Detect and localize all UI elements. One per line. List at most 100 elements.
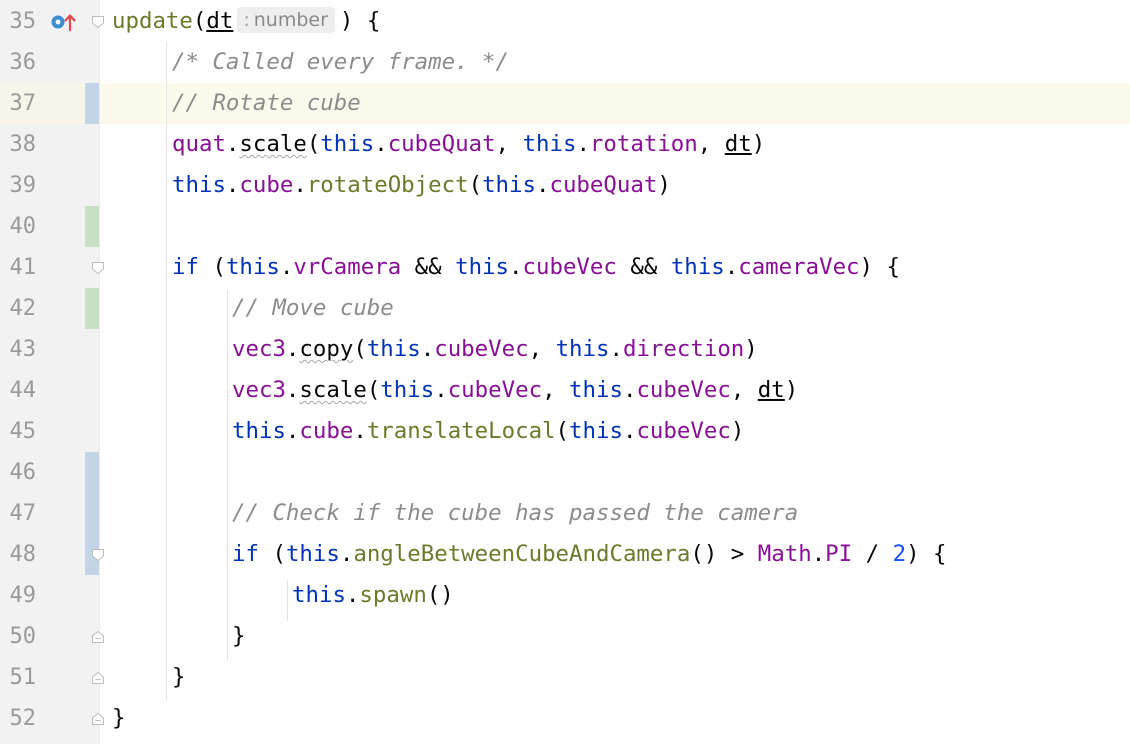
code-token: cubeVec	[636, 377, 731, 403]
code-token: () >	[690, 541, 758, 567]
code-token: this	[380, 377, 435, 403]
line-number[interactable]: 35	[0, 1, 37, 42]
line-number[interactable]: 42	[0, 288, 37, 329]
code-line[interactable]: 43 vec3.copy(this.cubeVec, this.direction…	[0, 329, 1130, 370]
code-line[interactable]: 37 // Rotate cube	[0, 83, 1130, 124]
code-text[interactable]: this.cube.rotateObject(this.cubeQuat)	[172, 165, 671, 206]
code-text[interactable]: this.spawn()	[292, 575, 454, 616]
code-token: vrCamera	[293, 254, 402, 280]
code-line[interactable]: 42 // Move cube	[0, 288, 1130, 329]
code-token: vec3	[232, 336, 286, 362]
code-line[interactable]: 39 this.cube.rotateObject(this.cubeQuat)	[0, 165, 1130, 206]
code-token: cameraVec	[738, 254, 860, 280]
code-text[interactable]: quat.scale(this.cubeQuat, this.rotation,…	[172, 124, 765, 165]
code-line[interactable]: 44 vec3.scale(this.cubeVec, this.cubeVec,…	[0, 370, 1130, 411]
code-line[interactable]: 38 quat.scale(this.cubeQuat, this.rotatio…	[0, 124, 1130, 165]
line-number[interactable]: 36	[0, 42, 37, 83]
code-token: .	[622, 418, 637, 444]
line-number[interactable]: 39	[0, 165, 37, 206]
line-number[interactable]: 50	[0, 616, 37, 657]
line-number[interactable]: 48	[0, 534, 37, 575]
code-text[interactable]: // Check if the cube has passed the came…	[232, 493, 798, 534]
code-text[interactable]: // Rotate cube	[172, 83, 361, 124]
code-line[interactable]: 46	[0, 452, 1130, 493]
line-number[interactable]: 38	[0, 124, 37, 165]
code-token: .	[285, 377, 300, 403]
override-up-icon[interactable]	[50, 11, 78, 33]
code-token: translateLocal	[366, 418, 556, 444]
line-number[interactable]: 43	[0, 329, 37, 370]
code-token: .	[339, 541, 354, 567]
code-text[interactable]: }	[232, 616, 245, 657]
line-number[interactable]: 49	[0, 575, 37, 616]
code-text[interactable]: vec3.copy(this.cubeVec, this.direction)	[232, 329, 758, 370]
code-text[interactable]: update(dt: number) {	[112, 1, 380, 42]
code-token: // Rotate cube	[172, 90, 361, 116]
fold-collapse-icon[interactable]	[91, 260, 105, 275]
line-number[interactable]: 46	[0, 452, 37, 493]
code-line[interactable]: 41 if (this.vrCamera && this.cubeVec && t…	[0, 247, 1130, 288]
code-line[interactable]: 47 // Check if the cube has passed the ca…	[0, 493, 1130, 534]
vcs-added-marker[interactable]	[85, 206, 99, 247]
fold-collapse-icon[interactable]	[91, 547, 105, 562]
code-token: direction	[622, 336, 745, 362]
code-token: spawn	[359, 582, 427, 608]
code-text[interactable]: // Move cube	[232, 288, 394, 329]
code-token: angleBetweenCubeAndCamera	[353, 541, 691, 567]
code-token: this	[320, 131, 375, 157]
line-number[interactable]: 44	[0, 370, 37, 411]
code-line[interactable]: 51}	[0, 657, 1130, 698]
code-line[interactable]: 48 if (this.angleBetweenCubeAndCamera() >…	[0, 534, 1130, 575]
fold-collapse-icon[interactable]	[91, 14, 105, 29]
code-token: .	[374, 131, 388, 157]
line-number[interactable]: 40	[0, 206, 37, 247]
vcs-modified-marker[interactable]	[85, 493, 99, 534]
code-text[interactable]: }	[112, 698, 125, 739]
fold-end-icon[interactable]	[91, 670, 105, 684]
code-line[interactable]: 50}	[0, 616, 1130, 657]
code-line[interactable]: 35 update(dt: number) {	[0, 1, 1130, 42]
code-text[interactable]: vec3.scale(this.cubeVec, this.cubeVec, d…	[232, 370, 798, 411]
line-number[interactable]: 45	[0, 411, 37, 452]
vcs-modified-marker[interactable]	[85, 452, 99, 493]
code-line[interactable]: 49 this.spawn()	[0, 575, 1130, 616]
fold-end-icon[interactable]	[91, 711, 105, 725]
code-token: )	[744, 336, 758, 362]
code-token: }	[232, 623, 246, 649]
code-line[interactable]: 40	[0, 206, 1130, 247]
code-token: ,	[542, 377, 570, 403]
code-text[interactable]: if (this.vrCamera && this.cubeVec && thi…	[172, 247, 900, 288]
code-token: scale	[299, 377, 367, 403]
code-text[interactable]: if (this.angleBetweenCubeAndCamera() > M…	[232, 534, 947, 575]
fold-end-icon[interactable]	[91, 629, 105, 643]
code-token: (	[198, 254, 226, 280]
code-token: Math	[757, 541, 812, 567]
line-number[interactable]: 52	[0, 698, 37, 739]
code-token: (	[366, 377, 381, 403]
code-token: cubeVec	[434, 336, 529, 362]
line-number[interactable]: 47	[0, 493, 37, 534]
code-editor[interactable]: 35 update(dt: number) { 36 /* Called every f…	[0, 0, 1130, 744]
code-token: this	[225, 254, 280, 280]
code-token: this	[555, 336, 610, 362]
vcs-modified-marker[interactable]	[85, 83, 99, 124]
code-token: (	[468, 172, 483, 198]
line-number[interactable]: 37	[0, 83, 37, 124]
code-text[interactable]: this.cube.translateLocal(this.cubeVec)	[232, 411, 744, 452]
code-token: update	[112, 8, 193, 34]
line-number[interactable]: 51	[0, 657, 37, 698]
code-line[interactable]: 36 /* Called every frame. */	[0, 42, 1130, 83]
code-token: .	[622, 377, 637, 403]
code-text[interactable]: }	[172, 657, 185, 698]
code-token: (	[258, 541, 286, 567]
code-line[interactable]: 52}	[0, 698, 1130, 739]
code-text[interactable]: /* Called every frame. */	[172, 42, 509, 83]
line-number[interactable]: 41	[0, 247, 37, 288]
code-token: .	[609, 336, 623, 362]
code-line[interactable]: 45 this.cube.translateLocal(this.cubeVec)	[0, 411, 1130, 452]
code-token: }	[172, 664, 186, 690]
code-token: // Check if the cube has passed the came…	[232, 500, 799, 526]
code-token: ()	[426, 582, 454, 608]
vcs-added-marker[interactable]	[85, 288, 99, 329]
code-token: ) {	[906, 541, 947, 567]
